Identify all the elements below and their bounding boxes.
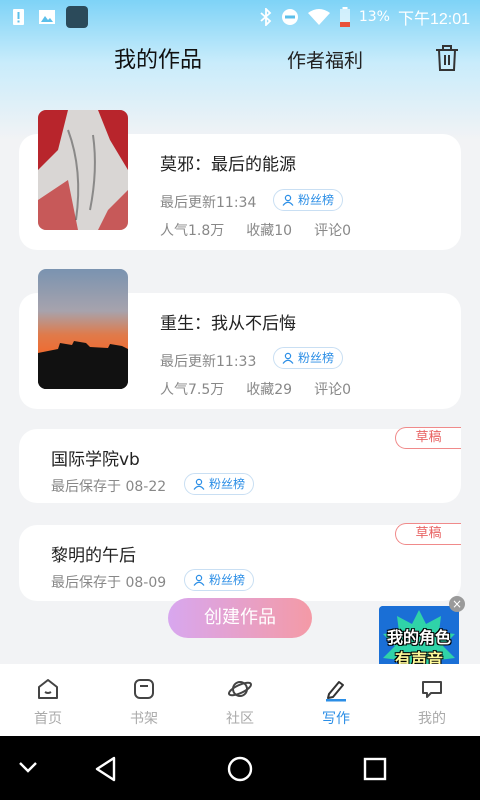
pen-icon — [326, 681, 346, 702]
nav-home[interactable]: 首页 — [0, 664, 96, 736]
favorites: 收藏29 — [246, 382, 293, 398]
sim-alert-icon — [13, 9, 24, 25]
wifi-icon — [307, 9, 330, 25]
user-icon — [193, 478, 205, 490]
home-circle-icon[interactable] — [227, 756, 253, 782]
back-icon[interactable] — [94, 756, 118, 782]
planet-icon — [227, 681, 253, 697]
cover-image — [38, 269, 128, 389]
do-not-disturb-icon — [281, 9, 298, 25]
nav-label: 书架 — [130, 711, 158, 727]
comments: 评论0 — [314, 223, 352, 239]
bottom-nav: 首页 书架 社区 写作 我的 — [0, 664, 480, 736]
draft-tag: 草稿 — [395, 523, 461, 545]
user-icon — [282, 352, 294, 364]
work-title: 莫邪：最后的能源 — [160, 155, 296, 175]
fans-rank-label: 粉丝榜 — [298, 193, 335, 207]
bookshelf-icon — [134, 679, 154, 699]
draft-tag: 草稿 — [395, 427, 461, 449]
work-stats: 人气1.8万 收藏10 评论0 — [160, 220, 351, 240]
fans-rank-label: 粉丝榜 — [209, 573, 246, 587]
app-icon — [66, 6, 88, 28]
work-updated-time: 最后更新11:33 — [160, 354, 257, 370]
work-cover[interactable] — [38, 110, 128, 230]
draft-title: 黎明的午后 — [51, 546, 136, 566]
fans-rank-button[interactable]: 粉丝榜 — [273, 189, 344, 211]
nav-label: 社区 — [226, 711, 254, 727]
nav-bookshelf[interactable]: 书架 — [96, 664, 192, 736]
profile-icon — [422, 681, 442, 698]
nav-profile[interactable]: 我的 — [384, 664, 480, 736]
fans-rank-label: 粉丝榜 — [298, 351, 335, 365]
nav-write[interactable]: 写作 — [288, 664, 384, 736]
favorites: 收藏10 — [246, 223, 293, 239]
gallery-icon — [39, 10, 55, 24]
draft-saved-time: 最后保存于 08-09 — [51, 575, 167, 591]
battery-icon — [339, 7, 350, 27]
create-work-button[interactable]: 创建作品 — [168, 598, 312, 638]
close-icon[interactable]: × — [449, 596, 465, 612]
recents-icon[interactable] — [363, 757, 387, 781]
nav-community[interactable]: 社区 — [192, 664, 288, 736]
work-title: 重生：我从不后悔 — [160, 314, 296, 334]
fans-rank-button[interactable]: 粉丝榜 — [184, 473, 255, 495]
draft-title: 国际学院vb — [51, 450, 140, 470]
trash-icon[interactable] — [434, 44, 460, 72]
draft-card[interactable]: 黎明的午后 最后保存于 08-09 粉丝榜 草稿 — [19, 523, 461, 601]
user-icon — [282, 194, 294, 206]
battery-percent: 13% — [358, 9, 390, 25]
bluetooth-icon — [260, 8, 272, 26]
popularity: 人气7.5万 — [160, 382, 225, 398]
nav-label: 首页 — [34, 711, 62, 727]
clock: 下午12:01 — [397, 11, 470, 28]
draft-saved-time: 最后保存于 08-22 — [51, 479, 167, 495]
home-icon — [38, 679, 58, 699]
fans-rank-button[interactable]: 粉丝榜 — [273, 347, 344, 369]
chevron-down-icon[interactable] — [18, 760, 38, 774]
cover-image — [38, 110, 128, 230]
work-updated-time: 最后更新11:34 — [160, 195, 257, 211]
tab-my-works[interactable]: 我的作品 — [114, 42, 202, 74]
nav-label: 写作 — [322, 711, 350, 727]
work-cover[interactable] — [38, 269, 128, 389]
popularity: 人气1.8万 — [160, 223, 225, 239]
work-stats: 人气7.5万 收藏29 评论0 — [160, 379, 351, 399]
header: 我的作品 作者福利 — [0, 36, 480, 80]
comments: 评论0 — [314, 382, 352, 398]
tab-author-welfare[interactable]: 作者福利 — [287, 46, 363, 73]
system-navigation-bar — [0, 736, 480, 800]
fans-rank-label: 粉丝榜 — [209, 477, 246, 491]
user-icon — [193, 574, 205, 586]
nav-label: 我的 — [418, 711, 446, 727]
promo-line-1: 我的角色 — [386, 628, 451, 647]
draft-card[interactable]: 国际学院vb 最后保存于 08-22 粉丝榜 草稿 — [19, 427, 461, 503]
status-bar: 13% 下午12:01 — [0, 0, 480, 34]
fans-rank-button[interactable]: 粉丝榜 — [184, 569, 255, 591]
